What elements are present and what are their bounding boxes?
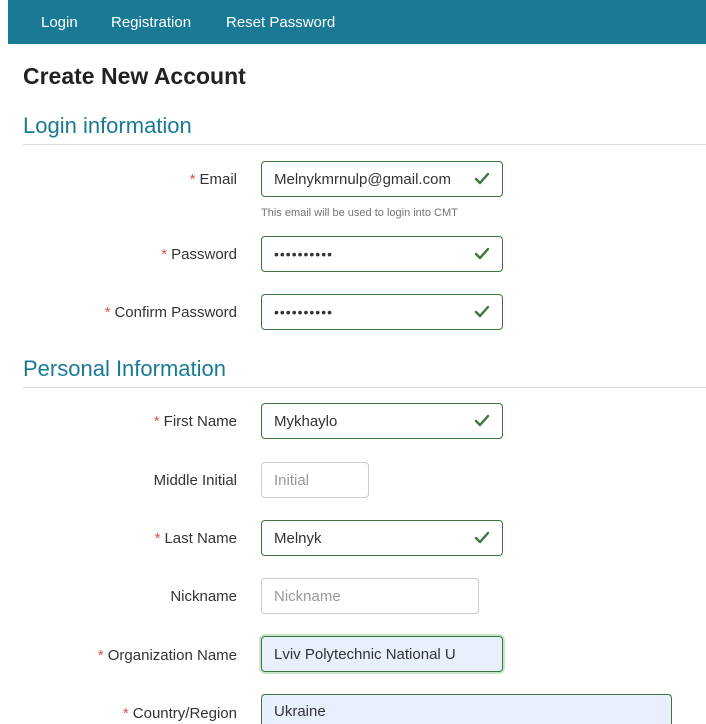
middle-initial-label: Middle Initial [154,472,237,490]
email-label-text: Email [199,171,237,188]
section-divider [23,144,706,145]
country-label: * Country/Region [123,705,237,723]
email-input[interactable] [262,162,502,196]
first-name-input[interactable] [262,404,502,438]
confirm-password-label: * Confirm Password [105,304,237,322]
last-name-field-box [261,520,503,556]
last-name-label: * Last Name [155,530,237,548]
country-input[interactable] [262,695,671,724]
checkmark-icon [474,414,490,427]
country-field-box [261,694,672,724]
organization-label-text: Organization Name [107,647,237,664]
required-marker: * [97,647,104,664]
required-marker: * [161,246,168,263]
section-divider [23,387,706,388]
section-title-login: Login information [23,113,192,138]
nickname-input[interactable] [262,579,478,613]
password-label: * Password [161,246,237,264]
nickname-label: Nickname [170,588,237,606]
email-label: * Email [190,171,237,189]
checkmark-icon [474,172,490,185]
password-field-box [261,236,503,272]
required-marker: * [122,705,129,722]
organization-label: * Organization Name [98,647,237,665]
first-name-label-text: First Name [163,413,237,430]
nickname-field-box [261,578,479,614]
nav-registration-link[interactable]: Registration [111,14,191,32]
required-marker: * [153,413,160,430]
confirm-password-input[interactable] [262,295,502,329]
first-name-field-box [261,403,503,439]
nav-login-link[interactable]: Login [41,14,78,32]
first-name-label: * First Name [154,413,237,431]
top-nav: Login Registration Reset Password [8,0,706,44]
confirm-password-field-box [261,294,503,330]
required-marker: * [104,304,111,321]
country-label-text: Country/Region [132,705,237,722]
password-label-text: Password [171,246,237,263]
password-input[interactable] [262,237,502,271]
last-name-input[interactable] [262,521,502,555]
required-marker: * [154,530,161,547]
email-field-box [261,161,503,197]
confirm-password-label-text: Confirm Password [114,304,237,321]
last-name-label-text: Last Name [164,530,237,547]
email-help-text: This email will be used to login into CM… [261,207,458,219]
middle-initial-label-text: Middle Initial [153,472,237,489]
section-title-personal: Personal Information [23,356,226,381]
required-marker: * [189,171,196,188]
organization-field-box [261,636,503,672]
checkmark-icon [474,531,490,544]
organization-input[interactable] [262,637,502,671]
nav-reset-password-link[interactable]: Reset Password [226,14,335,32]
middle-initial-field-box [261,462,369,498]
page-title: Create New Account [23,63,246,89]
checkmark-icon [474,305,490,318]
checkmark-icon [474,247,490,260]
middle-initial-input[interactable] [262,463,368,497]
nickname-label-text: Nickname [170,588,237,605]
